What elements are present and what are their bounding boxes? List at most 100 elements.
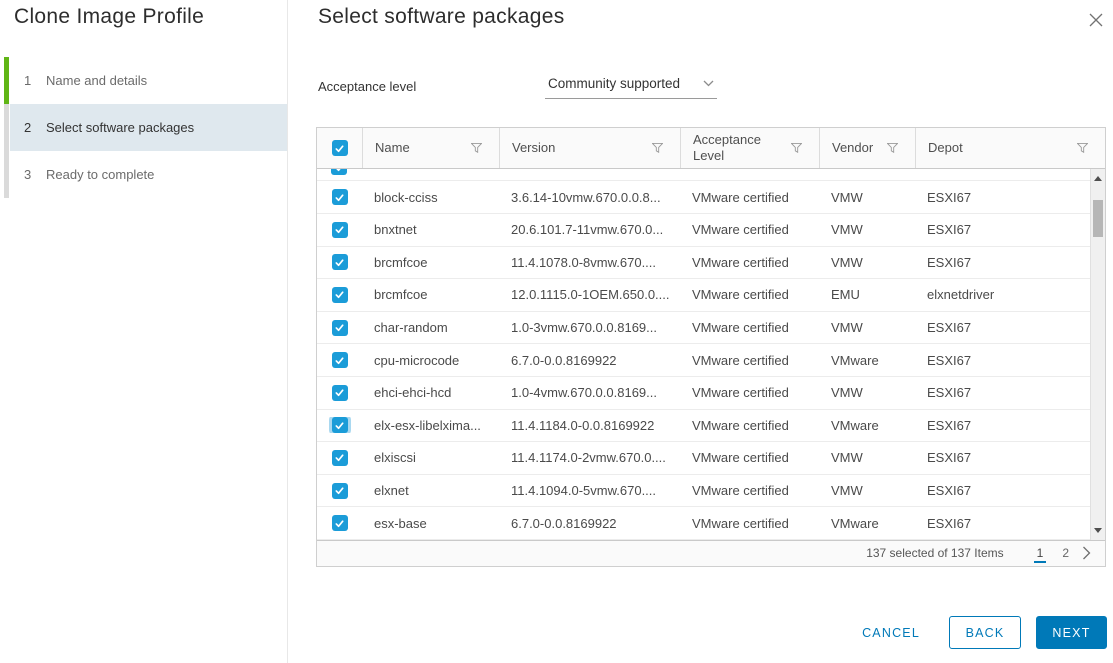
name-cell: cpu-microcode: [374, 352, 460, 368]
vendor-cell: VMW: [831, 254, 863, 270]
version-cell: 11.4.1174.0-2vmw.670.0....: [511, 450, 666, 466]
version-cell: 11.4.1078.0-8vmw.670....: [511, 254, 657, 270]
step-rail-remaining: [4, 104, 9, 198]
table-row[interactable]: brcmfcoe 12.0.1115.0-1OEM.650.0.... VMwa…: [317, 279, 1090, 312]
vendor-cell: VMW: [831, 450, 863, 466]
table-row[interactable]: elxnet 11.4.1094.0-5vmw.670.... VMware c…: [317, 474, 1090, 508]
name-cell: bnxtnet: [374, 222, 417, 238]
wizard-step-3[interactable]: 3 Ready to complete: [10, 151, 287, 198]
name-cell: ehci-ehci-hcd: [374, 385, 452, 401]
table-row[interactable]: esx-base 6.7.0-0.0.8169922 VMware certif…: [317, 507, 1090, 540]
row-checkbox[interactable]: [331, 352, 348, 369]
partially-scrolled-row[interactable]: [317, 169, 1090, 182]
row-checkbox[interactable]: [331, 482, 348, 499]
step-label: Select software packages: [46, 120, 195, 135]
name-cell: elxnet: [374, 483, 409, 499]
row-checkbox-cell: [317, 254, 362, 271]
version-cell: 6.7.0-0.0.8169922: [511, 352, 617, 368]
acceptance-level-cell: VMware certified: [692, 287, 789, 303]
table-row[interactable]: char-random 1.0-3vmw.670.0.0.8169... VMw…: [317, 311, 1090, 345]
version-cell: 1.0-3vmw.670.0.0.8169...: [511, 320, 657, 336]
acceptance-level-cell: VMware certified: [692, 417, 789, 433]
row-checkbox[interactable]: [331, 169, 347, 175]
selection-summary: 137 selected of 137 Items: [866, 546, 1004, 561]
filter-icon[interactable]: [1077, 143, 1088, 153]
table-body: block-cciss 3.6.14-10vmw.670.0.0.8... VM…: [317, 169, 1090, 540]
row-checkbox[interactable]: [331, 319, 348, 336]
table-row[interactable]: brcmfcoe 11.4.1078.0-8vmw.670.... VMware…: [317, 246, 1090, 280]
scroll-down-icon[interactable]: [1091, 523, 1105, 538]
depot-cell: ESXI67: [927, 450, 972, 466]
select-all-checkbox[interactable]: [331, 140, 348, 156]
table-row[interactable]: bnxtnet 20.6.101.7-11vmw.670.0... VMware…: [317, 213, 1090, 247]
acceptance-level-cell: VMware certified: [692, 352, 789, 368]
filter-icon[interactable]: [471, 143, 482, 153]
wizard-actions: CANCEL BACK NEXT: [858, 616, 1107, 649]
table-scrollbar[interactable]: [1090, 169, 1105, 540]
acceptance-level-select[interactable]: Community supported: [545, 74, 717, 99]
filter-icon[interactable]: [887, 143, 898, 153]
page-number-2[interactable]: 2: [1059, 544, 1072, 563]
close-icon[interactable]: [1085, 9, 1107, 31]
row-checkbox[interactable]: [331, 515, 348, 532]
clone-image-profile-dialog: Clone Image Profile 1 Name and details 2…: [0, 0, 1113, 663]
next-button[interactable]: NEXT: [1036, 616, 1107, 649]
vendor-cell: VMware: [831, 417, 879, 433]
wizard-step-1[interactable]: 1 Name and details: [10, 57, 287, 104]
name-cell: brcmfcoe: [374, 287, 428, 303]
column-header-name[interactable]: Name: [362, 128, 499, 168]
table-row[interactable]: elx-esx-libelxima... 11.4.1184.0-0.0.816…: [317, 409, 1090, 443]
row-checkbox[interactable]: [331, 449, 348, 466]
depot-cell: ESXI67: [927, 417, 972, 433]
column-header-version[interactable]: Version: [499, 128, 680, 168]
row-checkbox[interactable]: [331, 417, 348, 434]
column-header-label: Depot: [928, 140, 963, 156]
table-row[interactable]: block-cciss 3.6.14-10vmw.670.0.0.8... VM…: [317, 181, 1090, 214]
step-label: Name and details: [46, 73, 148, 88]
cancel-button[interactable]: CANCEL: [858, 620, 924, 646]
row-checkbox[interactable]: [331, 254, 348, 271]
depot-cell: ESXI67: [927, 189, 972, 205]
column-header-depot[interactable]: Depot: [915, 128, 1105, 168]
row-checkbox[interactable]: [331, 384, 348, 401]
vendor-cell: VMware: [831, 352, 879, 368]
vendor-cell: EMU: [831, 287, 860, 303]
depot-cell: ESXI67: [927, 352, 972, 368]
step-rail-completed: [4, 57, 9, 104]
version-cell: 12.0.1115.0-1OEM.650.0....: [511, 287, 670, 303]
column-header-acceptance-level[interactable]: Acceptance Level: [680, 128, 819, 168]
version-cell: 3.6.14-10vmw.670.0.0.8...: [511, 189, 661, 205]
vendor-cell: VMW: [831, 385, 863, 401]
row-checkbox[interactable]: [331, 221, 348, 238]
row-checkbox-cell: [317, 221, 362, 238]
depot-cell: ESXI67: [927, 483, 972, 499]
wizard-step-2[interactable]: 2 Select software packages: [10, 104, 287, 151]
column-header-vendor[interactable]: Vendor: [819, 128, 915, 168]
next-page-icon[interactable]: [1082, 546, 1091, 560]
name-cell: char-random: [374, 320, 448, 336]
table-row[interactable]: elxiscsi 11.4.1174.0-2vmw.670.0.... VMwa…: [317, 442, 1090, 475]
acceptance-level-label: Acceptance level: [318, 79, 417, 94]
version-cell: 20.6.101.7-11vmw.670.0...: [511, 222, 664, 238]
row-checkbox-cell: [317, 189, 362, 206]
acceptance-level-cell: VMware certified: [692, 222, 789, 238]
depot-cell: elxnetdriver: [927, 287, 995, 303]
step-label: Ready to complete: [46, 167, 155, 182]
depot-cell: ESXI67: [927, 320, 972, 336]
back-button[interactable]: BACK: [949, 616, 1021, 649]
row-checkbox-cell: [317, 515, 362, 532]
row-checkbox[interactable]: [331, 189, 348, 206]
table-row[interactable]: ehci-ehci-hcd 1.0-4vmw.670.0.0.8169... V…: [317, 376, 1090, 410]
page-number-1[interactable]: 1: [1033, 544, 1047, 563]
table-header-row: Name Version Acceptance Level Vendor Dep…: [317, 128, 1105, 169]
table-row[interactable]: cpu-microcode 6.7.0-0.0.8169922 VMware c…: [317, 344, 1090, 377]
scrollbar-thumb[interactable]: [1093, 200, 1103, 237]
acceptance-level-cell: VMware certified: [692, 320, 789, 336]
row-checkbox[interactable]: [331, 286, 348, 303]
row-checkbox-cell: [317, 286, 362, 303]
filter-icon[interactable]: [791, 143, 802, 153]
depot-cell: ESXI67: [927, 254, 972, 270]
scroll-up-icon[interactable]: [1091, 171, 1105, 186]
pagination: 12: [1033, 544, 1072, 563]
filter-icon[interactable]: [652, 143, 663, 153]
